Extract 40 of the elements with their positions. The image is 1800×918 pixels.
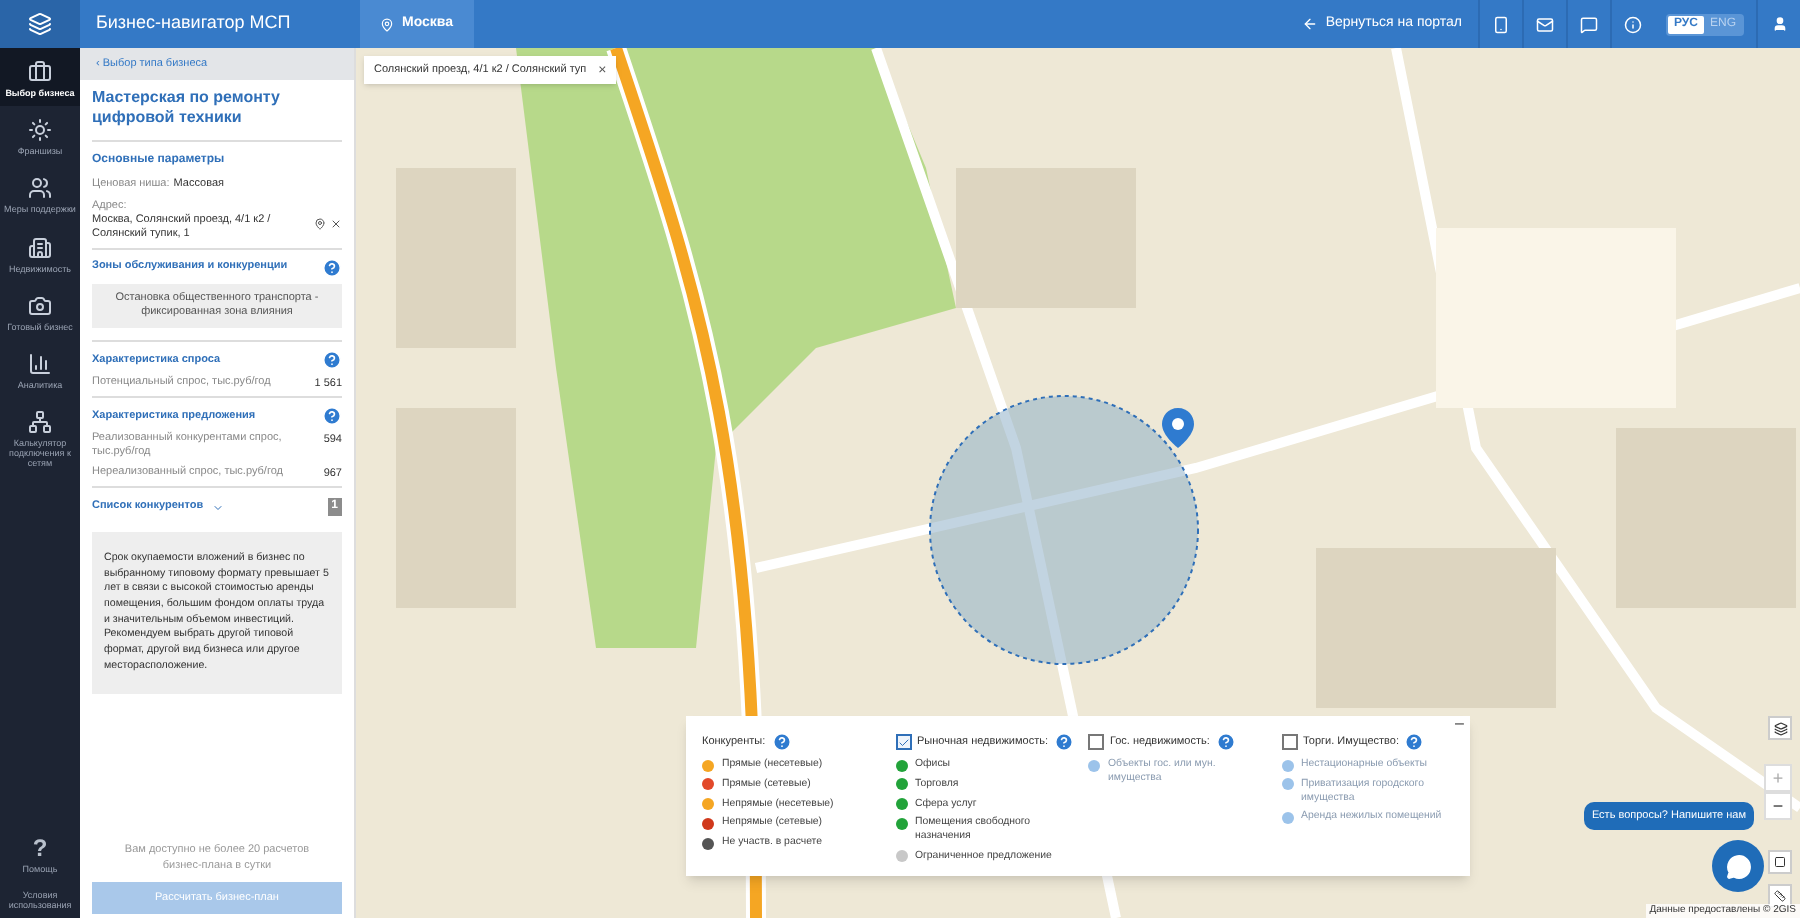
square-icon <box>1774 856 1786 868</box>
camera-icon <box>28 293 52 318</box>
mail-icon <box>1535 15 1554 33</box>
help-button[interactable]: ? <box>32 835 48 860</box>
people-icon <box>28 176 52 201</box>
help-icon[interactable] <box>771 732 792 752</box>
bar-chart-icon <box>28 351 52 376</box>
phone-icon <box>1491 15 1510 33</box>
close-icon[interactable] <box>330 217 342 230</box>
checkbox[interactable] <box>1281 734 1297 750</box>
layers-icon <box>1773 721 1787 735</box>
map-layers-button[interactable] <box>1768 716 1792 740</box>
help-icon[interactable] <box>1054 732 1074 752</box>
ruler-icon <box>1774 890 1786 902</box>
help-icon[interactable] <box>1404 732 1425 752</box>
user-icon <box>1771 16 1787 32</box>
layers-icon <box>28 12 52 36</box>
chat-icon <box>1579 15 1598 33</box>
info-icon <box>1623 15 1642 33</box>
minimize-button[interactable]: – <box>1455 716 1464 732</box>
network-icon <box>28 410 52 435</box>
map-pin-icon[interactable] <box>1162 408 1194 448</box>
zoom-out-button[interactable]: − <box>1764 792 1792 820</box>
pin-icon <box>380 17 394 31</box>
arrow-left-icon <box>1301 16 1318 32</box>
help-icon[interactable] <box>1215 732 1236 752</box>
checkbox[interactable] <box>895 734 911 750</box>
building-icon <box>28 235 52 260</box>
help-icon[interactable] <box>322 349 342 370</box>
chat-bubble-icon <box>1725 853 1751 879</box>
sun-icon <box>28 118 52 143</box>
briefcase-icon <box>28 60 52 84</box>
help-icon[interactable] <box>322 406 342 427</box>
business-title: Мастерская по ремонту цифровой техники <box>92 80 342 143</box>
app-title: Бизнес-навигатор МСП <box>94 10 293 37</box>
checkbox[interactable] <box>1088 734 1104 750</box>
area-tool-button[interactable] <box>1768 850 1792 874</box>
help-icon[interactable] <box>322 257 342 277</box>
logo-tile[interactable] <box>0 0 80 48</box>
pin-icon[interactable] <box>314 217 326 230</box>
